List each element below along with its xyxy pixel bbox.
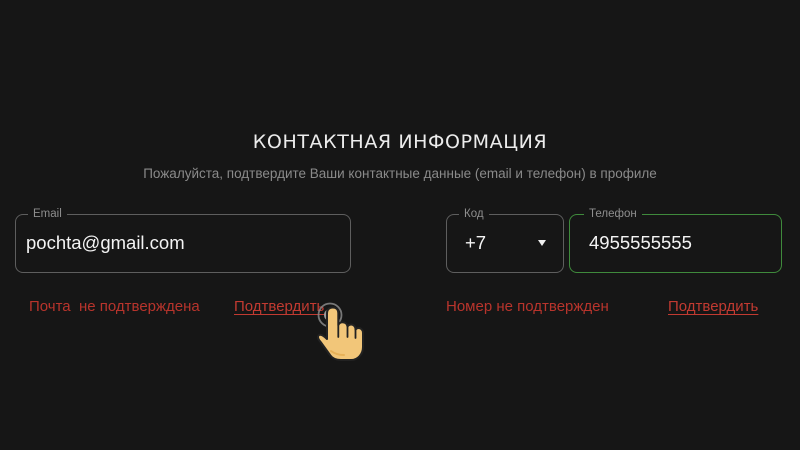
page-subtitle: Пожалуйста, подтвердите Ваши контактные …	[143, 166, 657, 181]
email-field[interactable]: Email pochta@gmail.com	[15, 206, 351, 273]
email-status-text: Почта не подтверждена	[29, 298, 200, 315]
phone-status-text: Номер не подтвержден	[446, 298, 609, 315]
country-code-value[interactable]: +7	[465, 231, 486, 255]
phone-field[interactable]: Телефон 4955555555	[569, 206, 782, 273]
page-title: КОНТАКТНАЯ ИНФОРМАЦИЯ	[252, 131, 548, 153]
email-field-label: Email	[28, 206, 67, 222]
hand-pointer-icon	[316, 302, 364, 361]
phone-confirm-link[interactable]: Подтвердить	[668, 297, 758, 317]
country-code-label: Код	[459, 206, 489, 222]
email-value[interactable]: pochta@gmail.com	[26, 231, 185, 255]
country-code-select[interactable]: Код +7	[446, 206, 564, 273]
phone-field-label: Телефон	[584, 206, 642, 222]
phone-value[interactable]: 4955555555	[589, 231, 692, 255]
chevron-down-icon[interactable]	[538, 240, 546, 246]
